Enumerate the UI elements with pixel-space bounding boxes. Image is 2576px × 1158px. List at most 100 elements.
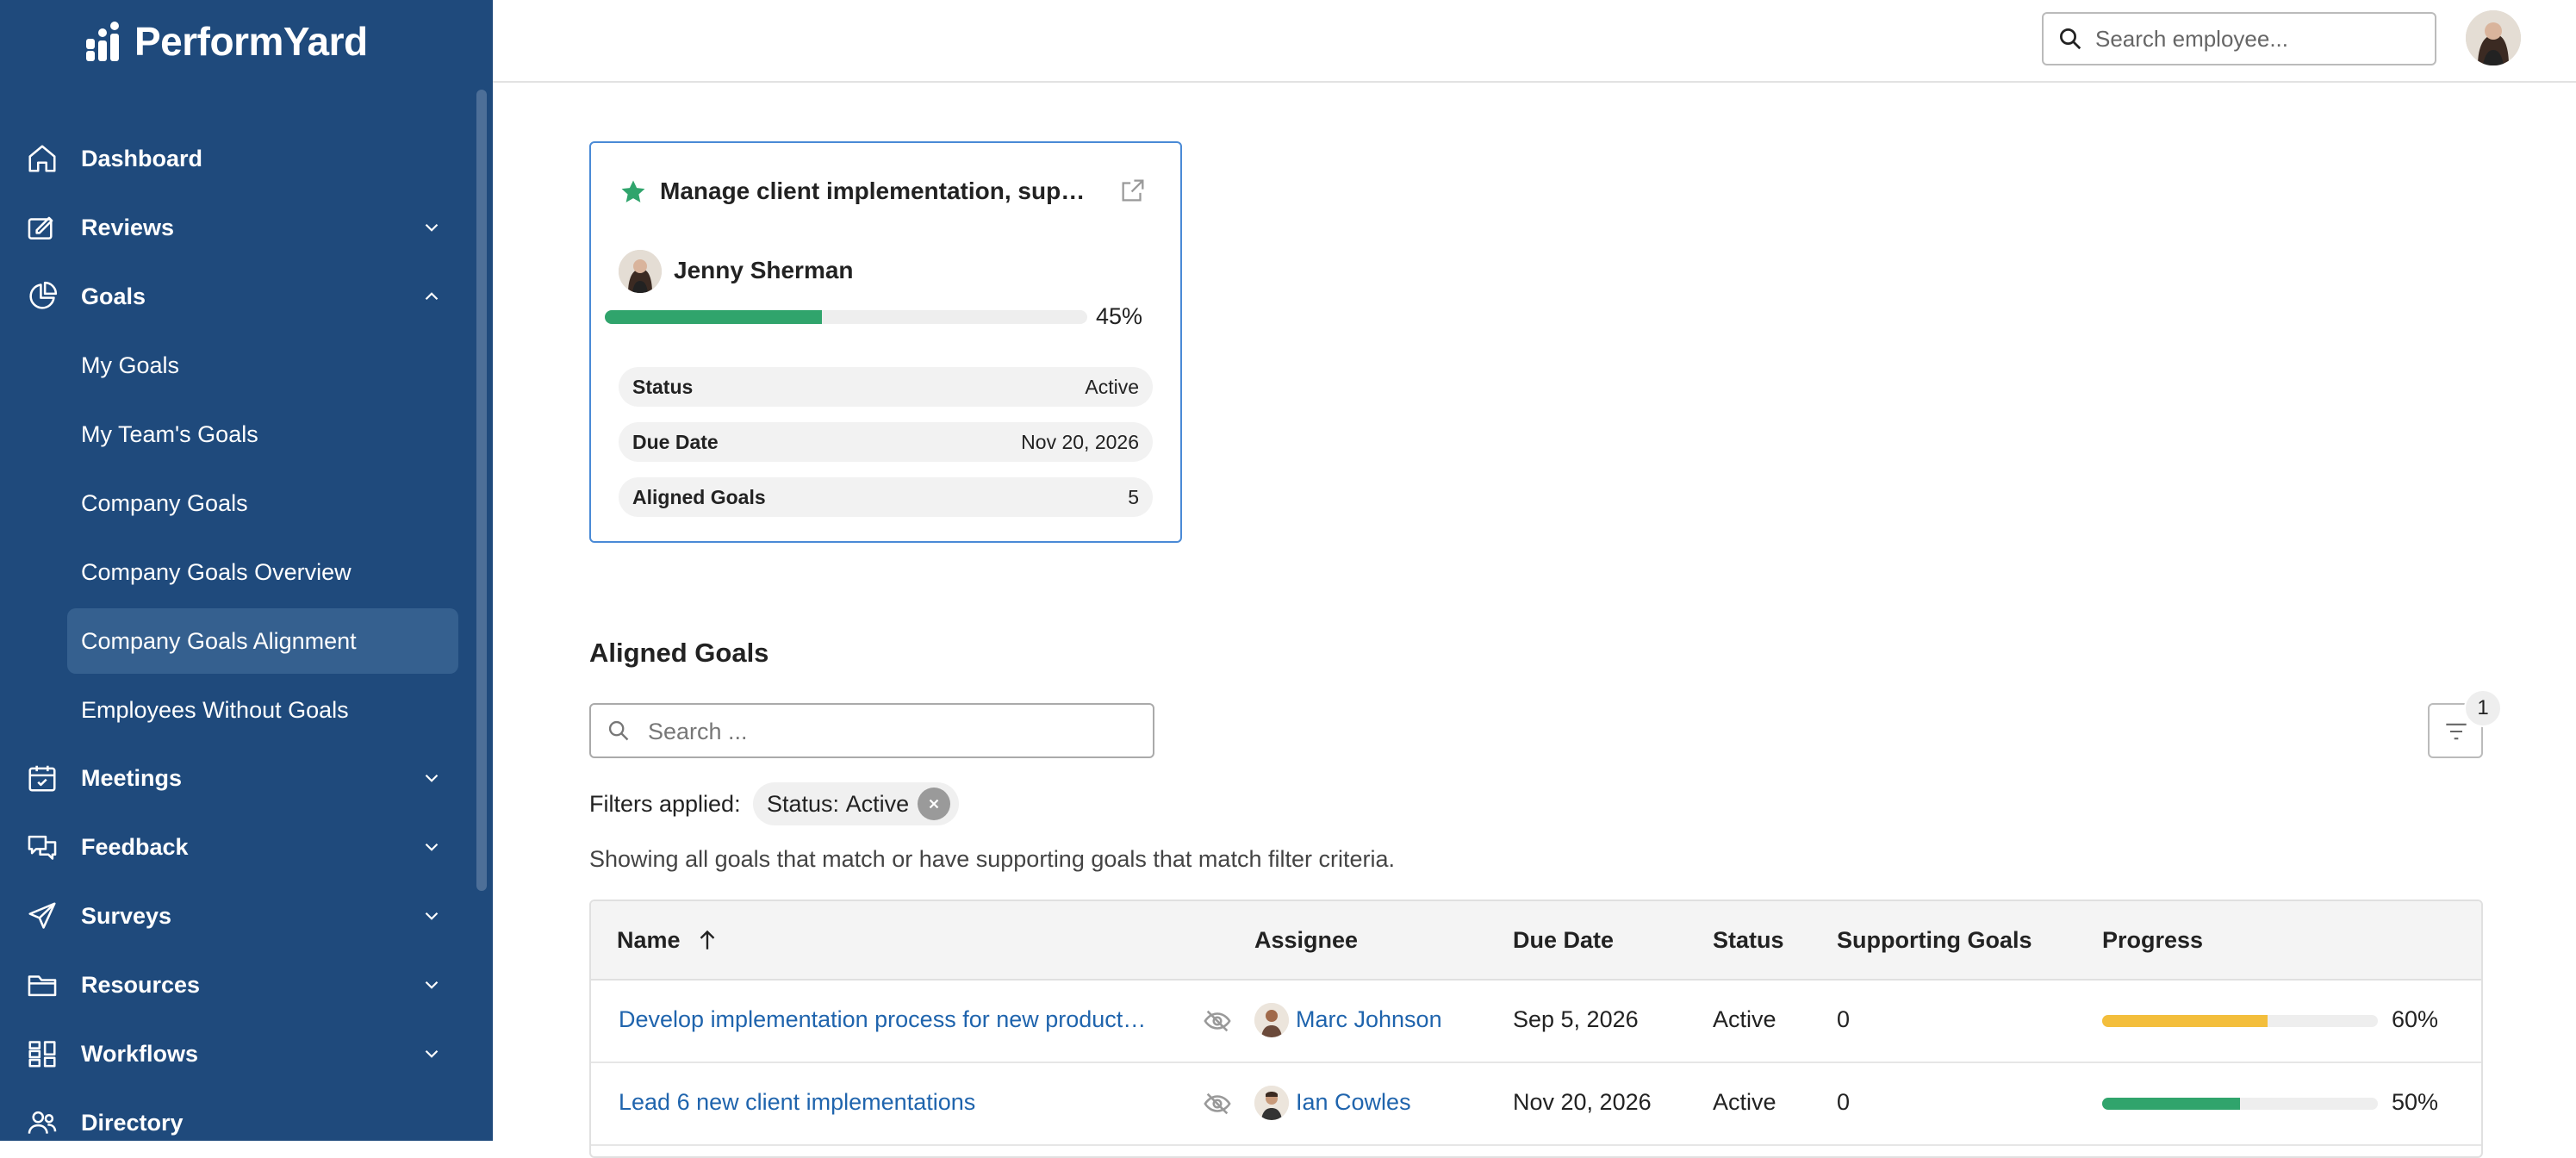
column-header-progress[interactable]: Progress [2102,927,2203,954]
sidebar-item-workflows[interactable]: Workflows [0,1024,493,1084]
logo-text: PerformYard [134,19,368,64]
sidebar-item-label: Dashboard [81,145,203,171]
goal-progress-label: 45% [1096,303,1143,329]
goal-name-link[interactable]: Develop implementation process for new p… [619,1006,1146,1033]
chevron-down-icon [425,223,439,232]
sidebar-subitem-employees-without-goals[interactable]: Employees Without Goals [67,677,458,743]
due-date-cell: Nov 20, 2026 [1513,1089,1652,1115]
supporting-goals-cell: 0 [1837,1006,1851,1032]
sidebar-item-surveys[interactable]: Surveys [0,886,493,946]
goal-status-row: Status Active [619,367,1153,407]
progress-fill [2102,1098,2240,1110]
column-header-assignee[interactable]: Assignee [1254,927,1358,954]
filter-chip-key: Status: [767,790,840,817]
sidebar-item-label: Workflows [81,1040,199,1067]
eye-off-icon [1204,1093,1231,1115]
sidebar-item-goals[interactable]: Goals [0,266,493,327]
sidebar-item-label: Reviews [81,214,175,240]
goal-title[interactable]: Manage client implementation, support an… [660,177,1099,205]
goal-card[interactable]: Manage client implementation, support an… [589,141,1182,543]
goal-due-date-row: Due Date Nov 20, 2026 [619,422,1153,462]
column-header-due-date[interactable]: Due Date [1513,927,1614,954]
performyard-logo[interactable]: PerformYard [86,16,368,67]
owner-avatar [619,250,662,293]
sidebar-subitem-my-teams-goals[interactable]: My Team's Goals [67,402,458,467]
detail-label: Status [632,375,694,398]
detail-value: 5 [1128,485,1139,508]
chevron-down-icon [425,1049,439,1058]
sidebar-subitem-company-goals[interactable]: Company Goals [67,470,458,536]
sidebar-subitem-label: Employees Without Goals [81,696,349,723]
detail-label: Due Date [632,430,719,453]
goal-name-link[interactable]: Lead 6 new client implementations [619,1089,975,1116]
detail-label: Aligned Goals [632,485,766,508]
table-row[interactable]: Lead 6 new client implementations Ian Co… [591,1063,2481,1146]
goal-search[interactable] [589,703,1154,758]
table-header: Name Assignee Due Date Status Supporting… [591,901,2481,981]
home-icon [26,142,59,175]
sidebar-item-label: Directory [81,1109,184,1136]
sidebar-item-directory[interactable]: Directory [0,1093,493,1141]
search-icon [2060,28,2081,50]
sidebar-item-label: Feedback [81,833,189,860]
progress-label: 60% [2392,1006,2439,1032]
filters-applied-label: Filters applied: [589,791,741,817]
progress-fill [2102,1015,2268,1027]
sidebar-item-reviews[interactable]: Reviews [0,197,493,258]
column-header-name[interactable]: Name [617,927,681,954]
progress-label: 50% [2392,1089,2439,1115]
supporting-goals-cell: 0 [1837,1089,1851,1115]
people-icon [26,1106,59,1139]
sidebar-item-meetings[interactable]: Meetings [0,748,493,808]
aligned-goals-table: Name Assignee Due Date Status Supporting… [589,900,2483,1158]
user-avatar[interactable] [2466,10,2521,65]
assignee-link[interactable]: Ian Cowles [1296,1089,1411,1116]
assignee-avatar [1254,1086,1289,1120]
filter-note: Showing all goals that match or have sup… [589,846,1395,872]
employee-search-input[interactable] [2094,16,2424,61]
progress-bar [2102,1098,2378,1110]
aligned-goals-heading: Aligned Goals [589,638,769,668]
assignee-link[interactable]: Marc Johnson [1296,1006,1442,1033]
table-row[interactable]: Develop implementation process for new p… [591,981,2481,1063]
sidebar-item-resources[interactable]: Resources [0,955,493,1015]
search-icon [608,720,629,741]
sidebar-item-feedback[interactable]: Feedback [0,817,493,877]
status-cell: Active [1713,1089,1776,1115]
sidebar-item-label: Goals [81,283,146,309]
remove-filter-button[interactable] [918,788,951,820]
goal-progress-bar [605,310,1087,324]
sidebar-subitem-company-goals-overview[interactable]: Company Goals Overview [67,539,458,605]
progress-bar [2102,1015,2378,1027]
calendar-icon [26,762,59,794]
sidebar: PerformYard Dashboard Reviews Goals My G… [0,0,493,1141]
chevron-up-icon [425,292,439,301]
sidebar-subitem-label: My Goals [81,352,180,378]
goal-aligned-goals-row: Aligned Goals 5 [619,477,1153,517]
assignee-avatar [1254,1003,1289,1037]
sidebar-subitem-label: Company Goals [81,489,248,516]
top-bar [493,0,2576,83]
sort-ascending-icon[interactable] [696,927,719,953]
chevron-down-icon [425,981,439,989]
sidebar-item-dashboard[interactable]: Dashboard [0,128,493,189]
column-header-status[interactable]: Status [1713,927,1784,954]
eye-off-icon [1204,1010,1231,1032]
sidebar-subitem-my-goals[interactable]: My Goals [67,333,458,398]
chevron-down-icon [425,843,439,851]
logo-mark-icon [86,22,124,61]
sidebar-item-label: Surveys [81,902,172,929]
goal-owner-name: Jenny Sherman [674,257,854,283]
sidebar-subitem-label: Company Goals Overview [81,558,352,585]
filter-icon [2446,723,2467,740]
chevron-down-icon [425,774,439,782]
sidebar-subitem-company-goals-alignment[interactable]: Company Goals Alignment [67,608,458,674]
goal-progress-fill [605,310,822,324]
external-link-icon[interactable] [1118,176,1148,205]
sidebar-item-label: Meetings [81,764,183,791]
sidebar-subitem-label: Company Goals Alignment [81,627,357,654]
employee-search[interactable] [2042,12,2436,65]
column-header-supporting-goals[interactable]: Supporting Goals [1837,927,2032,954]
goal-search-input[interactable] [646,710,1141,753]
status-cell: Active [1713,1006,1776,1032]
